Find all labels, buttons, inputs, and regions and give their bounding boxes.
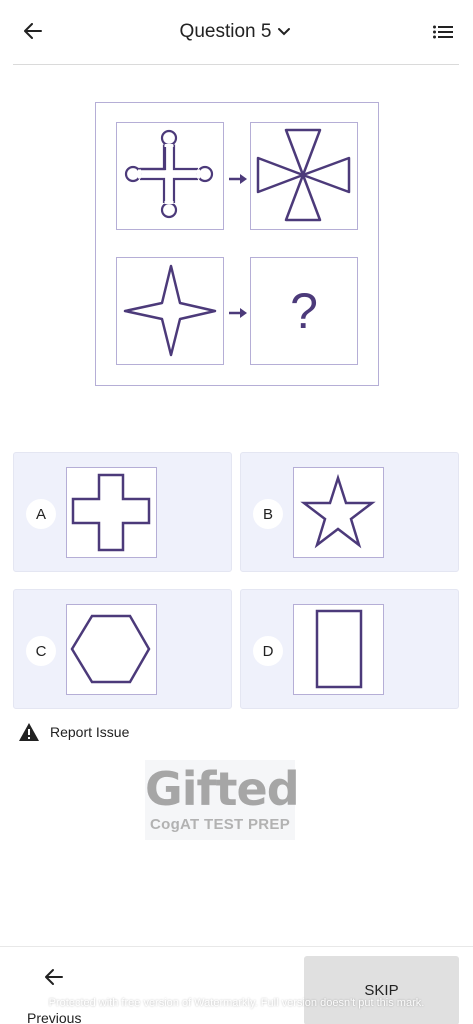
option-image [66, 604, 157, 695]
option-c[interactable]: C [13, 589, 232, 709]
watermark-text: Protected with free version of Watermark… [48, 997, 425, 1009]
question-mark: ? [290, 283, 318, 339]
figure-cell-1 [116, 122, 224, 230]
question-list-button[interactable] [431, 20, 455, 44]
option-image [293, 604, 384, 695]
header-divider [13, 64, 459, 65]
logo-subtitle: CogAT TEST PREP [149, 816, 291, 833]
top-bar: Question 5 [0, 0, 473, 64]
transform-arrow [229, 308, 247, 318]
option-letter: B [253, 499, 283, 529]
transform-arrow [229, 174, 247, 184]
question-selector[interactable]: Question 5 [0, 18, 473, 46]
option-image [293, 467, 384, 558]
logo-wordmark: Gifted [145, 762, 300, 816]
option-a[interactable]: A [13, 452, 232, 572]
chevron-down-icon [277, 24, 293, 40]
previous-label: Previous [27, 1010, 82, 1024]
option-letter: A [26, 499, 56, 529]
question-figure: ? [95, 102, 379, 386]
warning-icon [19, 723, 39, 741]
previous-button[interactable]: Previous [24, 961, 94, 1024]
figure-cell-3 [116, 257, 224, 365]
report-issue-label: Report Issue [50, 724, 130, 740]
option-image [66, 467, 157, 558]
option-d[interactable]: D [240, 589, 459, 709]
option-letter: C [26, 636, 56, 666]
bowtie-shape [256, 128, 351, 222]
report-issue-button[interactable]: Report Issue [18, 720, 129, 744]
skip-button[interactable]: SKIP [304, 956, 459, 1024]
bottom-nav: Previous SKIP [0, 946, 473, 1024]
gifted-logo: Gifted CogAT TEST PREP [145, 760, 300, 840]
figure-cell-2 [250, 122, 358, 230]
arrow-left-icon [45, 969, 63, 985]
star-shape [300, 473, 376, 549]
rectangle-shape [315, 609, 363, 689]
list-icon [433, 25, 453, 39]
cross-shape [71, 473, 151, 552]
four-point-star-shape [123, 264, 217, 357]
page-title: Question 5 [179, 21, 272, 42]
figure-cell-answer: ? [250, 257, 358, 365]
hexagon-shape [70, 614, 151, 684]
rounded-cross-shape [124, 129, 214, 219]
option-letter: D [253, 636, 283, 666]
option-b[interactable]: B [240, 452, 459, 572]
